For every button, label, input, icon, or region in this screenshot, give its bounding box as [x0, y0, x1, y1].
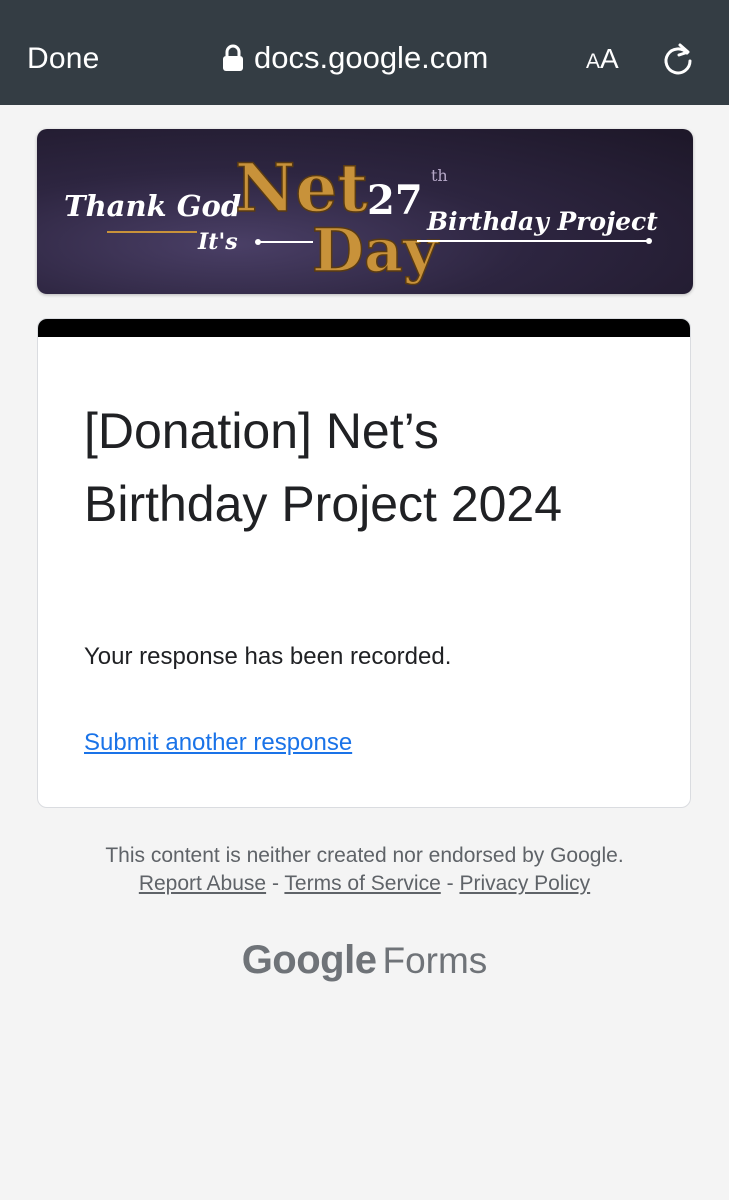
text-size-button[interactable]: AA — [586, 43, 619, 75]
banner-text-its: It's — [197, 229, 238, 255]
google-forms-logo[interactable]: Google Forms — [0, 938, 729, 983]
lock-icon — [223, 44, 243, 71]
privacy-policy-link[interactable]: Privacy Policy — [459, 872, 590, 895]
submit-another-response-link[interactable]: Submit another response — [84, 729, 352, 757]
report-abuse-link[interactable]: Report Abuse — [139, 872, 266, 895]
confirmation-message: Your response has been recorded. — [84, 643, 452, 670]
disclaimer-text: This content is neither created nor endo… — [105, 844, 624, 867]
banner-number-suffix: th — [431, 166, 448, 185]
form-response-card: [Donation] Net’s Birthday Project 2024 Y… — [37, 318, 691, 808]
header-banner-image: Thank God It's Net Day 27 th Birthday Pr… — [37, 129, 693, 294]
google-wordmark: Google — [241, 938, 377, 982]
text-size-large-a: A — [600, 43, 619, 74]
banner-number: 27 — [367, 177, 423, 224]
banner-text-day: Day — [312, 216, 440, 286]
form-accent-bar — [38, 319, 690, 337]
done-button[interactable]: Done — [27, 42, 100, 76]
forms-wordmark: Forms — [382, 940, 488, 981]
terms-of-service-link[interactable]: Terms of Service — [284, 872, 440, 895]
banner-text-birthday-project: Birthday Project — [426, 207, 658, 236]
banner-text-thank-god: Thank God — [64, 189, 241, 223]
text-size-small-a: A — [586, 50, 601, 73]
separator: - — [271, 872, 279, 895]
form-title: [Donation] Net’s Birthday Project 2024 — [84, 403, 563, 532]
separator: - — [446, 872, 454, 895]
footer-links: Report Abuse - Terms of Service - Privac… — [0, 872, 729, 896]
reload-icon[interactable] — [660, 41, 696, 77]
address-bar[interactable]: docs.google.com — [222, 40, 488, 76]
browser-toolbar: Done docs.google.com AA — [0, 0, 729, 105]
url-text: docs.google.com — [254, 40, 489, 75]
